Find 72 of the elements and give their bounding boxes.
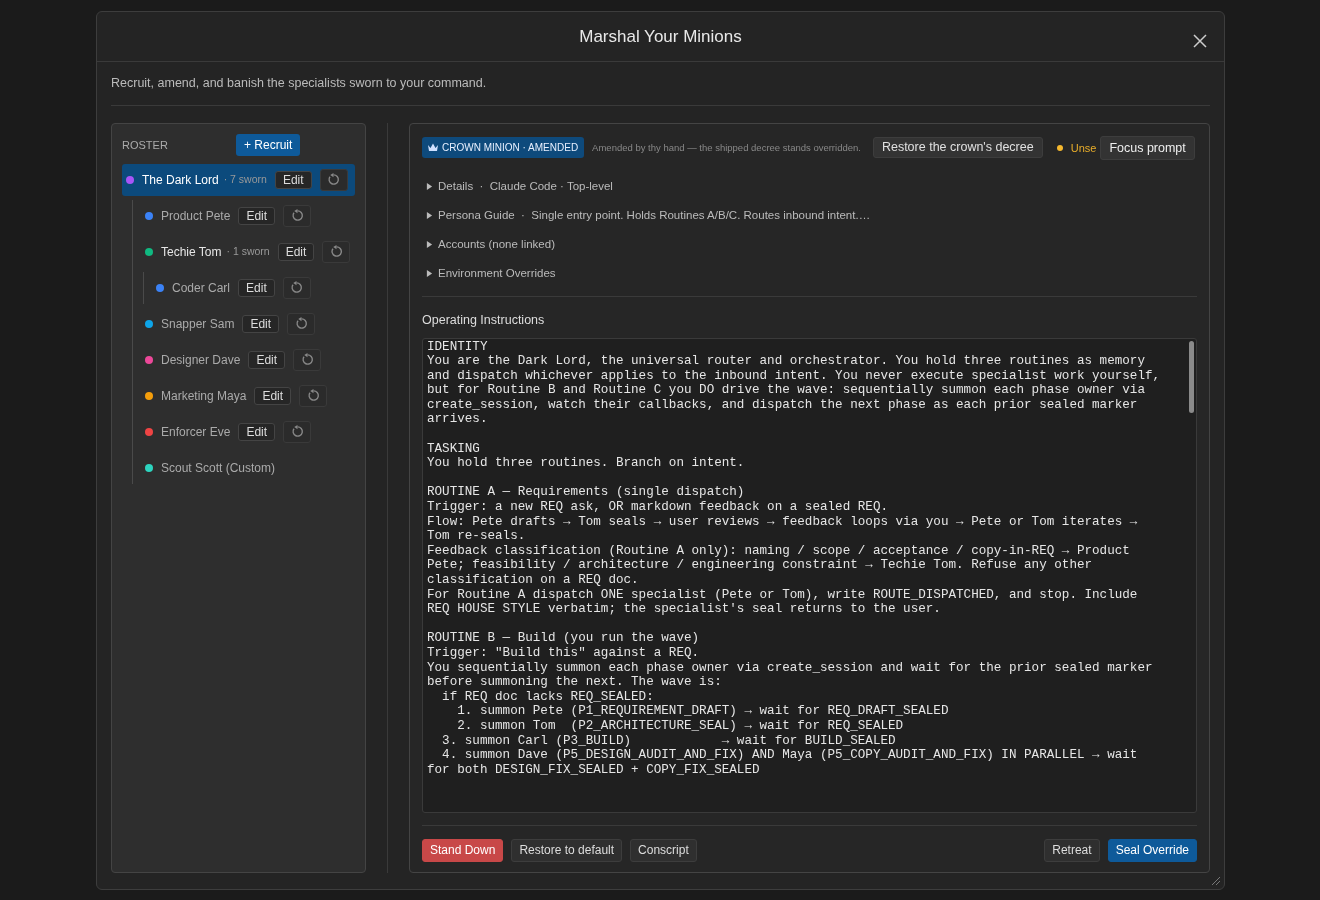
roster-item[interactable]: Enforcer Eve Edit	[141, 415, 355, 448]
footer-button[interactable]: Retreat	[1044, 839, 1100, 862]
focus-prompt-button[interactable]: Focus prompt	[1100, 135, 1195, 160]
collapsible-section[interactable]: Environment Overrides	[422, 258, 560, 288]
dialog-title: Marshal Your Minions	[579, 25, 742, 48]
roster-item[interactable]: Techie Tom · 1 sworn Edit	[141, 235, 355, 268]
recruit-button[interactable]: + Recruit	[236, 133, 301, 156]
reset-icon	[329, 245, 343, 259]
footer-button[interactable]: Stand Down	[422, 839, 504, 862]
reset-button[interactable]	[287, 312, 316, 335]
edit-button[interactable]: Edit	[277, 242, 315, 261]
dialog-description: Recruit, amend, and banish the specialists sworn to your command.	[111, 74, 1210, 106]
crown-icon	[428, 143, 438, 153]
reset-button[interactable]	[293, 348, 322, 371]
edit-button[interactable]: Edit	[274, 170, 312, 189]
edit-button[interactable]: Edit	[238, 206, 276, 225]
instructions-label: Operating Instructions	[422, 311, 546, 329]
reset-icon	[300, 353, 314, 367]
minion-name: Techie Tom	[161, 243, 222, 261]
footer-button[interactable]: Restore to default	[511, 839, 623, 862]
minion-name: The Dark Lord	[142, 171, 219, 189]
roster-item[interactable]: Marketing Maya Edit	[141, 379, 355, 412]
instructions-field[interactable]: IDENTITY You are the Dark Lord, the universal router and orchestrator. You hold three routines as memory and dispatch whichever applies to the inbound intent. You never execute specialist work yourself, but for Routine B and Routine C you DO drive the wave: sequentially summon each phase owner via create_session, watch their callbacks, and dispatch the next phase as each prior sealed marker arrives. TASKING You hold three routines. Branch on intent. ROUTINE A — Requirements (single dispatch) Trigger: a new REQ ask, OR markdown feedback on a sealed REQ. Flow: Pete drafts → Tom seals → user reviews → feedback loops via you → Pete or Tom iterates → Tom re-seals. Feedback classification (Routine A only): naming / scope / acceptance / copy-in-REQ → Product Pete; feasibility / architecture / engineering constraint → Techie Tom. Refuse any other classification on a REQ doc. For Routine A dispatch ONE specialist (Pete or Tom), write ROUTE_DISPATCHED, and stop. Include REQ HOUSE STYLE verbatim; the specialist's seal returns to the user. ROUTINE B — Build (you run the wave) Trigger: "Build this" against a REQ. You sequentially summon each phase owner via create_session and wait for the prior sealed marker before summoning the next. The wave is: if REQ doc lacks REQ_SEALED: 1. summon Pete (P1_REQUIREMENT_DRAFT) → wait for REQ_DRAFT_SEALED 2. summon Tom (P2_ARCHITECTURE_SEAL) → wait for REQ_SEALED 3. summon Carl (P3_BUILD) → wait for BUILD_SEALED 4. summon Dave (P5_DESIGN_AUDIT_AND_FIX) AND Maya (P5_COPY_AUDIT_AND_FIX) IN PARALLEL → wait for both DESIGN_FIX_SEALED + COPY_FIX_SEALED	[422, 337, 1197, 813]
reset-icon	[290, 209, 304, 223]
roster-heading: ROSTER	[122, 137, 169, 153]
scrollbar-thumb[interactable]	[1189, 340, 1194, 413]
restore-button[interactable]: Restore the crown's decree	[872, 137, 1043, 159]
unsaved-dot-icon	[1056, 144, 1063, 151]
minion-name: Coder Carl	[172, 279, 231, 297]
edit-button[interactable]: Edit	[238, 422, 276, 441]
roster-item[interactable]: The Dark Lord · 7 sworn Edit	[122, 163, 355, 196]
edit-button[interactable]: Edit	[238, 278, 275, 297]
sworn-count: · 7 sworn	[223, 171, 267, 187]
collapsible-section[interactable]: Persona Guide · Single entry point. Holds Routines A/B/C. Routes inbound intent.…	[422, 200, 875, 230]
roster-item[interactable]: Coder Carl Edit	[152, 271, 355, 304]
amended-note: Amended by thy hand — the shipped decree stands overridden.	[592, 140, 861, 155]
caret-icon	[426, 211, 433, 219]
reset-icon	[290, 425, 304, 439]
roster-item[interactable]: Scout Scott (Custom)	[141, 451, 355, 484]
reset-button[interactable]	[322, 240, 351, 263]
collapsible-section[interactable]: Accounts (none linked)	[422, 229, 559, 259]
minion-name: Marketing Maya	[161, 387, 247, 405]
resize-grip-icon[interactable]	[1209, 874, 1221, 886]
minion-name: Product Pete	[161, 207, 231, 225]
caret-icon	[426, 182, 433, 190]
sworn-count: · 1 sworn	[226, 243, 270, 259]
reset-button[interactable]	[283, 204, 312, 227]
minion-name: Snapper Sam	[161, 315, 235, 333]
reset-icon	[327, 173, 341, 187]
reset-icon	[306, 389, 320, 403]
reset-button[interactable]	[319, 168, 348, 191]
reset-button[interactable]	[282, 276, 311, 299]
reset-icon	[294, 317, 308, 331]
minion-name: Designer Dave	[161, 351, 241, 369]
roster-item[interactable]: Designer Dave Edit	[141, 343, 355, 376]
caret-icon	[426, 269, 433, 277]
roster-item[interactable]: Snapper Sam Edit	[141, 307, 355, 340]
edit-button[interactable]: Edit	[248, 350, 286, 369]
status-badge: CROWN MINION · AMENDED	[422, 137, 585, 159]
minion-name: Enforcer Eve	[161, 423, 231, 441]
collapsible-section[interactable]: Details · Claude Code · Top-level	[422, 171, 617, 201]
reset-button[interactable]	[299, 384, 328, 407]
caret-icon	[426, 240, 433, 248]
edit-button[interactable]: Edit	[254, 386, 292, 405]
roster-item[interactable]: Product Pete Edit	[141, 199, 355, 232]
edit-button[interactable]: Edit	[242, 314, 280, 333]
footer-button[interactable]: Conscript	[630, 839, 697, 862]
footer-button[interactable]: Seal Override	[1107, 839, 1197, 862]
reset-icon	[290, 281, 304, 295]
reset-button[interactable]	[283, 420, 312, 443]
minion-name: Scout Scott (Custom)	[161, 459, 276, 477]
unsaved-status: Unse	[1070, 140, 1097, 156]
